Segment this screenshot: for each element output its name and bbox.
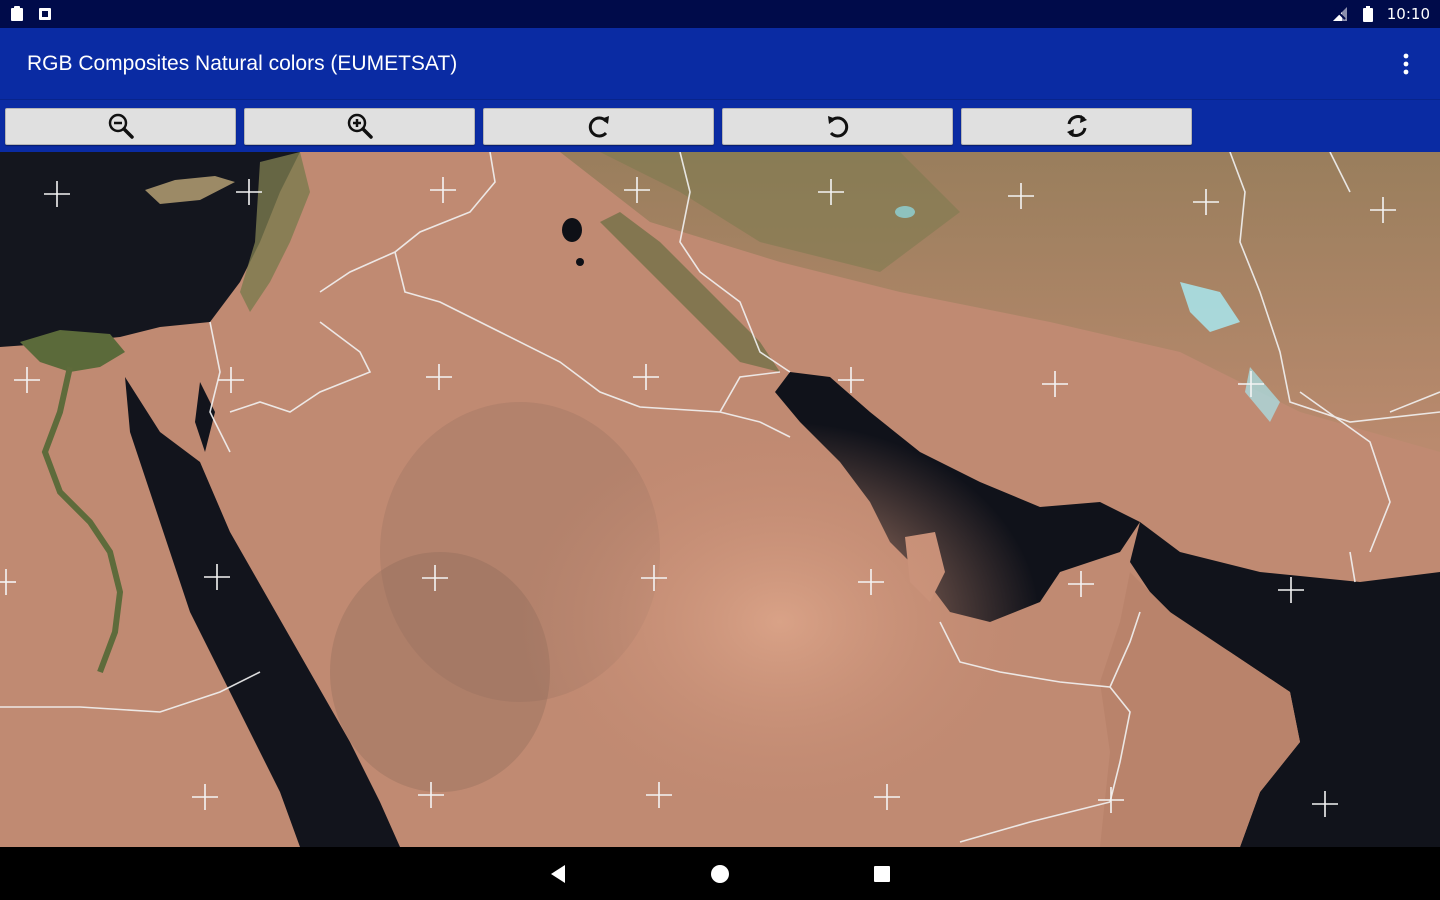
zoom-out-button[interactable]	[5, 107, 236, 145]
battery-icon	[1362, 6, 1373, 22]
system-nav-bar	[0, 847, 1440, 900]
hejaz-highlands	[330, 552, 550, 792]
rub-al-khali-desert	[520, 422, 1040, 822]
rotate-counterclockwise-icon	[827, 116, 848, 138]
home-icon	[711, 864, 729, 883]
rotate-clockwise-button[interactable]	[483, 107, 714, 145]
app-bar: RGB Composites Natural colors (EUMETSAT)	[0, 28, 1440, 100]
zoom-in-icon	[347, 113, 373, 139]
home-button[interactable]	[700, 854, 740, 894]
zoom-in-button[interactable]	[244, 107, 475, 145]
status-bar-left	[10, 6, 52, 22]
map-toolbar	[0, 100, 1440, 152]
zoom-out-icon	[108, 113, 134, 139]
clipboard-icon	[10, 6, 24, 22]
status-bar: 10:10	[0, 0, 1440, 28]
lake-tharthar	[562, 218, 582, 242]
back-button[interactable]	[538, 854, 578, 894]
rotate-clockwise-icon	[588, 116, 609, 138]
satellite-map[interactable]	[0, 152, 1440, 847]
status-bar-right: 10:10	[1331, 5, 1430, 23]
rotate-counterclockwise-button[interactable]	[722, 107, 953, 145]
page-title: RGB Composites Natural colors (EUMETSAT)	[27, 51, 458, 75]
signal-icon	[1331, 6, 1349, 22]
back-icon	[551, 864, 565, 883]
refresh-icon	[1066, 115, 1087, 137]
satellite-image	[0, 152, 1440, 847]
notification-square-icon	[38, 6, 52, 22]
more-vert-icon[interactable]	[1394, 52, 1418, 76]
recents-button[interactable]	[862, 854, 902, 894]
status-time: 10:10	[1386, 5, 1430, 23]
lake-habbaniyah	[576, 258, 584, 266]
snow-patch	[895, 206, 915, 218]
recents-icon	[874, 865, 890, 882]
refresh-button[interactable]	[961, 107, 1192, 145]
